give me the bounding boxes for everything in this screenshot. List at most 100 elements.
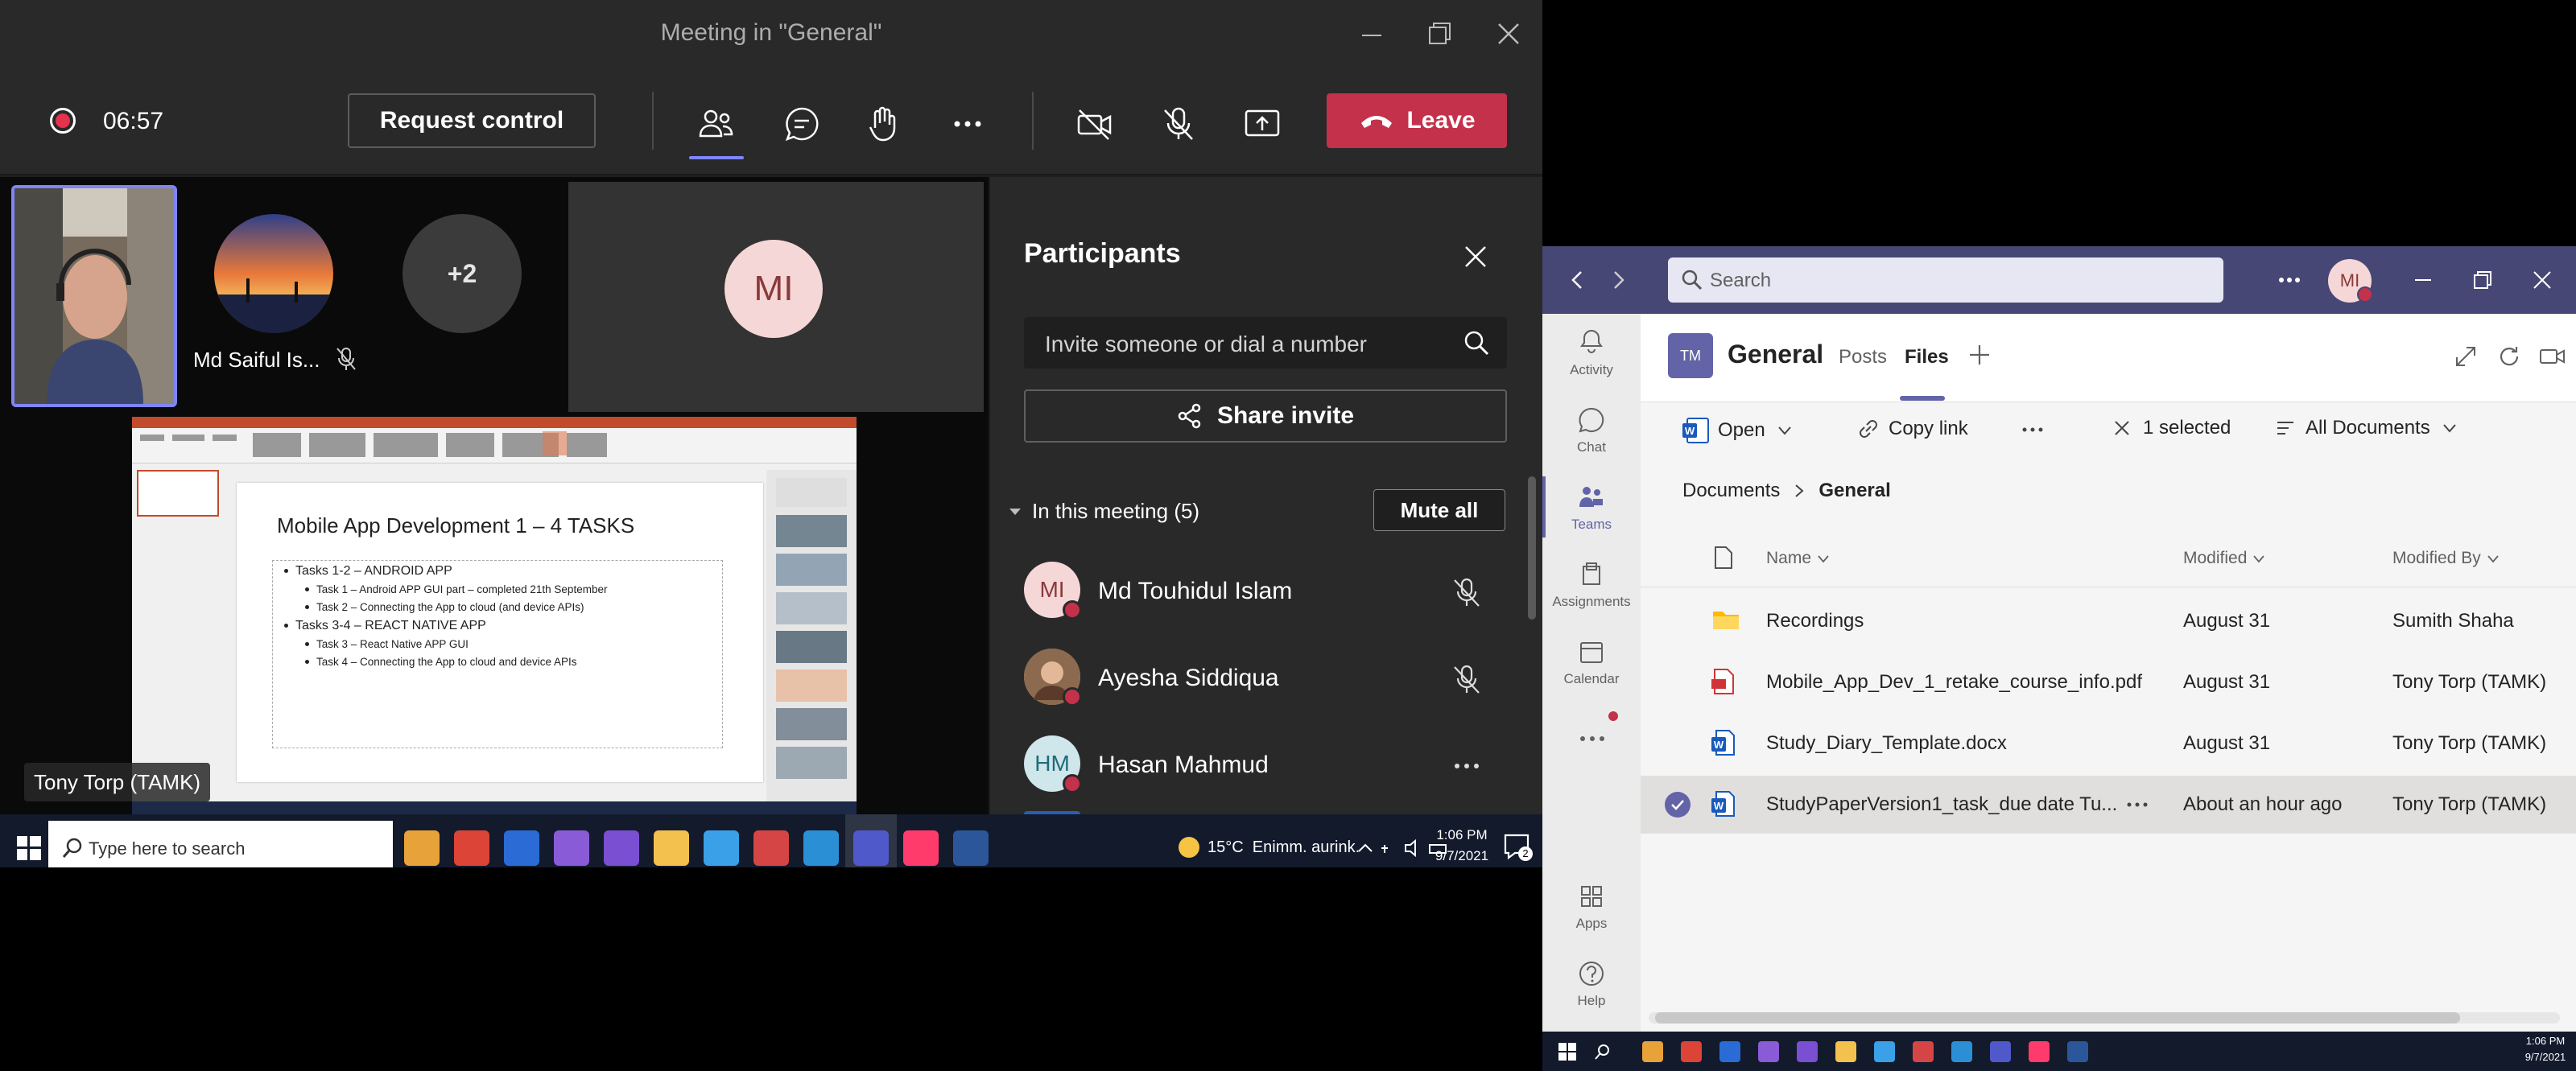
rail-item-teams[interactable]: Teams [1542,468,1641,546]
camera-toggle-button[interactable] [1064,93,1125,154]
rail-item-chat[interactable]: Chat [1542,391,1641,468]
file-row[interactable]: W Study_Diary_Template.docx August 31 Tony … [1641,715,2576,772]
minimize-icon[interactable] [2412,269,2434,291]
app-icon[interactable] [554,830,589,866]
tab-files[interactable]: Files [1905,346,1949,369]
taskbar-date[interactable]: 9/7/2021 [2521,1051,2570,1063]
store-icon[interactable] [504,830,539,866]
request-control-button[interactable]: Request control [348,93,596,148]
taskbar-time[interactable]: 1:06 PM [1433,827,1491,843]
mute-all-button[interactable]: Mute all [1373,489,1505,531]
mic-toggle-button[interactable] [1148,93,1209,154]
minimize-icon[interactable] [1357,21,1386,50]
self-video-tile[interactable] [11,185,177,407]
open-button[interactable]: W Open [1682,417,1793,444]
search-icon[interactable] [1594,1043,1612,1061]
windows-start-icon[interactable] [16,835,42,861]
file-name[interactable]: Recordings [1766,610,1864,632]
rail-item-activity[interactable]: Activity [1542,314,1641,391]
more-icon[interactable] [1451,750,1483,782]
panel-scrollbar[interactable] [1528,476,1536,620]
file-row[interactable]: Mobile_App_Dev_1_retake_course_info.pdf A… [1641,653,2576,711]
taskbar-date[interactable]: 9/7/2021 [1433,848,1491,864]
store-icon[interactable] [1719,1041,1740,1062]
close-window-icon[interactable] [1494,19,1523,48]
in-meeting-section[interactable]: In this meeting (5) [1006,499,1199,524]
add-tab-icon[interactable] [1967,343,1992,367]
rail-item-assignments[interactable]: Assignments [1542,546,1641,623]
settings-icon[interactable] [753,830,789,866]
leave-button[interactable]: Leave [1327,93,1507,148]
taskbar-time[interactable]: 1:06 PM [2521,1035,2570,1047]
app-icon[interactable] [1874,1041,1895,1062]
overflow-participants[interactable]: +2 [402,214,522,333]
rail-item-calendar[interactable]: Calendar [1542,623,1641,700]
file-name[interactable]: Study_Diary_Template.docx [1766,732,2007,755]
word-icon[interactable] [2067,1041,2088,1062]
visual-studio-icon[interactable] [1797,1041,1818,1062]
back-icon[interactable] [1567,269,1589,291]
column-modified-by[interactable]: Modified By [2392,549,2500,568]
folder-icon[interactable] [654,830,689,866]
windows-start-icon[interactable] [1558,1043,1576,1061]
column-name[interactable]: Name [1766,549,1831,568]
expand-icon[interactable] [2454,344,2478,369]
vscode-icon[interactable] [1951,1041,1972,1062]
forward-icon[interactable] [1607,269,1629,291]
mic-off-icon[interactable] [1451,576,1483,608]
chrome-icon[interactable] [1681,1041,1702,1062]
settings-icon[interactable] [1913,1041,1934,1062]
rail-item-apps[interactable]: Apps [1542,867,1641,945]
file-name[interactable]: StudyPaperVersion1_task_due date Tu... [1766,793,2117,816]
participants-button[interactable] [686,93,747,159]
taskbar-search-box[interactable]: Type here to search [48,821,393,867]
view-selector[interactable]: All Documents [2275,417,2458,439]
teams-search-box[interactable]: Search [1668,257,2223,303]
more-icon[interactable] [2124,795,2151,814]
app-icon[interactable] [1758,1041,1779,1062]
close-window-icon[interactable] [2531,269,2553,291]
teams-icon[interactable] [1990,1041,2011,1062]
rider-icon[interactable] [2029,1041,2050,1062]
participant-row[interactable]: MI Md Touhidul Islam [990,555,1505,628]
tab-posts[interactable]: Posts [1839,346,1887,369]
restore-icon[interactable] [1425,19,1454,48]
participant-row[interactable]: Ayesha Siddiqua [990,642,1505,715]
breadcrumb-documents[interactable]: Documents [1682,480,1780,502]
more-icon[interactable] [2019,420,2046,439]
notification-center-icon[interactable]: 2 [1502,832,1533,861]
file-explorer-icon[interactable] [404,830,440,866]
visual-studio-icon[interactable] [604,830,639,866]
more-apps-icon[interactable] [1576,729,1608,748]
file-type-icon[interactable] [1713,546,1734,570]
restore-icon[interactable] [2471,269,2494,291]
mic-off-icon[interactable] [1451,663,1483,695]
participant-row[interactable]: HM Hasan Mahmud [990,729,1505,801]
checkmark-icon[interactable] [1665,792,1690,818]
horizontal-scrollbar[interactable] [1649,1012,2560,1024]
refresh-icon[interactable] [2497,344,2521,369]
search-icon[interactable] [1462,328,1491,357]
chrome-icon[interactable] [454,830,489,866]
file-row[interactable]: Recordings August 31 Sumith Shaha [1641,592,2576,650]
weather-text[interactable]: 15°C Enimm. aurink. [1208,838,1360,857]
selection-status[interactable]: 1 selected [2112,417,2231,439]
reactions-button[interactable] [853,93,914,154]
invite-input[interactable]: Invite someone or dial a number [1024,317,1507,369]
vscode-icon[interactable] [803,830,839,866]
more-icon[interactable] [2275,269,2304,291]
word-icon[interactable] [953,830,989,866]
share-invite-button[interactable]: Share invite [1024,389,1507,443]
rail-item-help[interactable]: Help [1542,945,1641,1022]
file-row[interactable]: W StudyPaperVersion1_task_due date Tu... A… [1641,776,2576,834]
column-modified[interactable]: Modified [2183,549,2266,568]
copy-link-button[interactable]: Copy link [1856,417,1968,441]
close-panel-icon[interactable] [1463,245,1488,269]
more-actions-button[interactable] [937,93,998,154]
chat-button[interactable] [771,93,832,154]
share-content-button[interactable] [1232,93,1293,154]
file-explorer-icon[interactable] [1642,1041,1663,1062]
meet-icon[interactable] [2539,344,2566,369]
teams-icon[interactable] [853,830,889,866]
rider-icon[interactable] [903,830,939,866]
